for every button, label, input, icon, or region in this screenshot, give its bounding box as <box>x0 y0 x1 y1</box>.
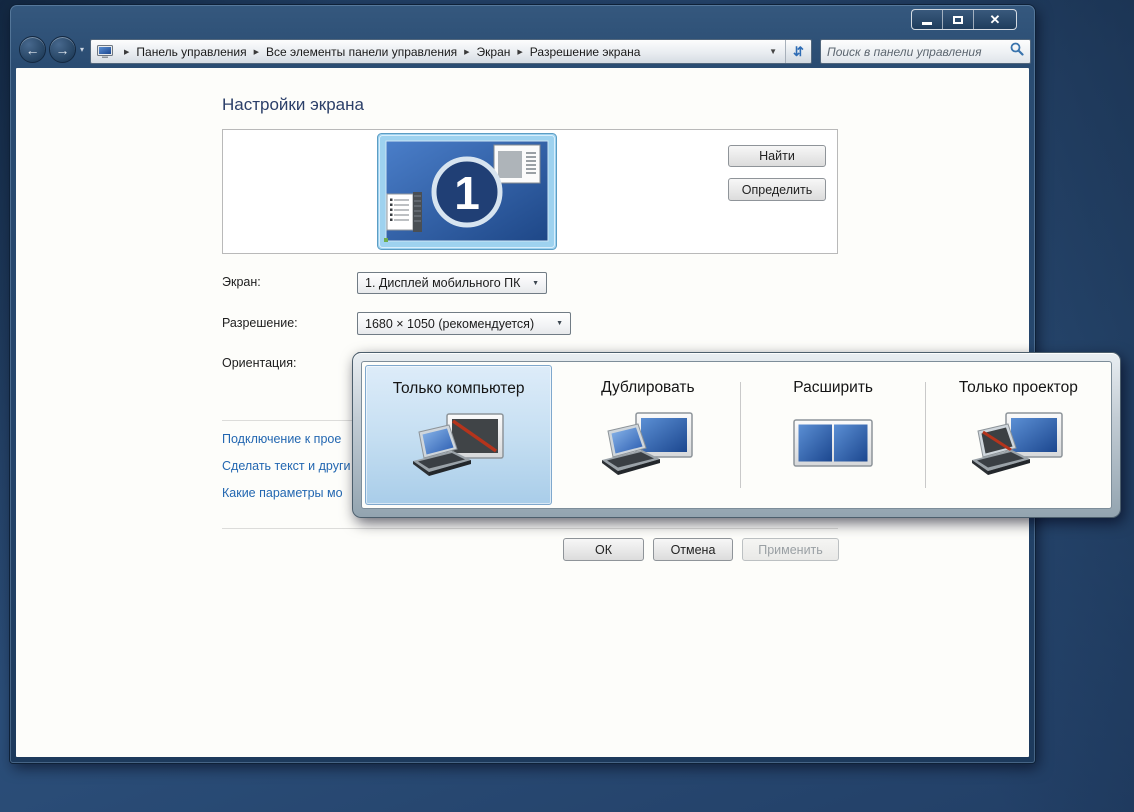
mode-computer-only[interactable]: Только компьютер <box>365 365 552 505</box>
search-icon[interactable] <box>1010 42 1024 61</box>
screen-field-label: Экран: <box>222 275 261 289</box>
minimize-button[interactable] <box>912 10 943 29</box>
find-button[interactable]: Найти <box>728 145 826 167</box>
chevron-down-icon: ▼ <box>556 320 563 327</box>
back-arrow-icon: ← <box>26 42 40 58</box>
breadcrumb-item-screen-resolution[interactable]: Разрешение экрана <box>530 45 641 59</box>
breadcrumb-item-control-panel[interactable]: Панель управления <box>136 45 246 59</box>
orientation-field-label: Ориентация: <box>222 356 296 370</box>
window-controls: ✕ <box>911 9 1017 30</box>
history-dropdown-icon[interactable]: ▾ <box>80 45 84 54</box>
mode-projector-only-label: Только проектор <box>926 379 1111 397</box>
resolution-select[interactable]: 1680 × 1050 (рекомендуется) ▼ <box>357 312 571 335</box>
chevron-down-icon: ▼ <box>532 280 539 287</box>
close-button[interactable]: ✕ <box>974 10 1016 29</box>
search-input[interactable] <box>827 45 1010 59</box>
address-dropdown-icon[interactable]: ▼ <box>761 47 785 56</box>
forward-arrow-icon: → <box>56 42 70 58</box>
breadcrumb-separator-icon: ▶ <box>247 48 266 56</box>
laptop-with-disabled-monitor-icon <box>407 406 511 484</box>
maximize-button[interactable] <box>943 10 974 29</box>
monitor-1-preview-icon[interactable]: 1 <box>376 132 558 253</box>
back-button[interactable]: ← <box>19 36 46 63</box>
display-icon <box>97 45 113 59</box>
search-box <box>820 39 1031 64</box>
address-bar[interactable]: ▶ Панель управления ▶ Все элементы панел… <box>90 39 812 64</box>
breadcrumb-item-all-items[interactable]: Все элементы панели управления <box>266 45 457 59</box>
resolution-field-label: Разрешение: <box>222 316 298 330</box>
breadcrumb-separator-icon: ▶ <box>117 48 136 56</box>
breadcrumb-separator-icon: ▶ <box>510 48 529 56</box>
screen-select-value: 1. Дисплей мобильного ПК <box>365 276 520 290</box>
buttons-divider <box>222 528 838 529</box>
desktop-background: ✕ ← → ▾ <box>0 0 1134 812</box>
cancel-button[interactable]: Отмена <box>653 538 733 561</box>
apply-button: Применить <box>742 538 839 561</box>
projector-mode-panel: Только компьютер Дублировать <box>352 352 1121 518</box>
resolution-select-value: 1680 × 1050 (рекомендуется) <box>365 317 534 331</box>
mode-computer-only-label: Только компьютер <box>366 380 551 398</box>
projector-mode-options: Только компьютер Дублировать <box>361 361 1112 509</box>
breadcrumb-separator-icon: ▶ <box>457 48 476 56</box>
laptop-with-monitor-icon <box>596 405 700 483</box>
monitor-number: 1 <box>454 167 480 219</box>
maximize-icon <box>953 16 963 24</box>
mode-duplicate[interactable]: Дублировать <box>555 362 740 508</box>
refresh-icon[interactable]: ⇵ <box>785 40 811 63</box>
mode-projector-only[interactable]: Только проектор <box>926 362 1111 508</box>
mode-extend[interactable]: Расширить <box>741 362 926 508</box>
nav-buttons: ← → ▾ <box>19 36 84 63</box>
dual-monitor-icon <box>781 405 885 483</box>
navigation-bar: ← → ▾ ▶ Панель управления ▶ В <box>10 35 1035 68</box>
make-text-larger-link[interactable]: Сделать текст и други <box>222 459 351 473</box>
mode-duplicate-label: Дублировать <box>555 379 740 397</box>
ok-button[interactable]: ОК <box>563 538 644 561</box>
minimize-icon <box>922 22 932 25</box>
titlebar[interactable]: ✕ <box>10 5 1035 35</box>
forward-button[interactable]: → <box>49 36 76 63</box>
mode-extend-label: Расширить <box>741 379 926 397</box>
page-title: Настройки экрана <box>222 95 364 115</box>
breadcrumb-item-display[interactable]: Экран <box>477 45 511 59</box>
connect-projector-link[interactable]: Подключение к прое <box>222 432 341 446</box>
monitor-preview-box: 1 Найти Определить <box>222 129 838 254</box>
close-icon: ✕ <box>990 13 1001 26</box>
screen-select[interactable]: 1. Дисплей мобильного ПК ▼ <box>357 272 547 294</box>
identify-button[interactable]: Определить <box>728 178 826 201</box>
display-settings-help-link[interactable]: Какие параметры мо <box>222 486 343 500</box>
disabled-laptop-with-monitor-icon <box>966 405 1070 483</box>
